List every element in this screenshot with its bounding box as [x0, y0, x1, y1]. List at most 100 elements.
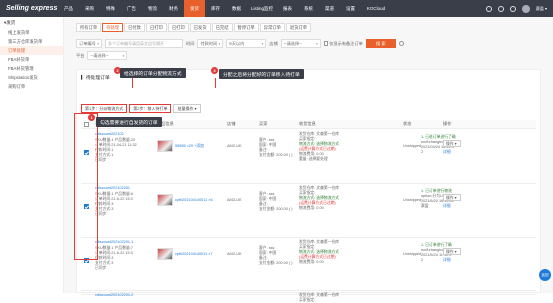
nav-item-7[interactable]: 库存: [205, 0, 226, 17]
store-name: AMZ-UK: [227, 144, 242, 148]
order-status: Unshipped: [403, 198, 422, 202]
row-detail-link[interactable]: 详细: [443, 203, 451, 209]
main-nav: 产品 采购 特殊 广告 物流 财务 发货 库存 数据 Listing监控 报表 系统 渠道 设置 KOClo…: [58, 0, 391, 17]
nav-item-0[interactable]: 产品: [58, 0, 79, 17]
store-select[interactable]: --请选择-- ▾: [280, 39, 321, 48]
order-status: Unshipped: [403, 252, 422, 256]
nav-item-10[interactable]: 报表: [277, 0, 298, 17]
top-navigation-bar: Selling express 产品 采购 特殊 广告 物流 财务 发货 库存 数据 Listin…: [0, 0, 553, 17]
tab-0[interactable]: 所有订单: [76, 23, 102, 32]
tab-3[interactable]: 已打印: [145, 23, 167, 32]
sidebar-header[interactable]: ▾ 发货: [0, 17, 63, 28]
assign-shipping-button[interactable]: 第1步：分派物流方式: [81, 104, 128, 113]
sidebar-item-2[interactable]: 订单处理: [0, 46, 63, 55]
time-label: 时间: [186, 41, 195, 46]
help-icon[interactable]: [509, 5, 516, 12]
table-row: cdiscount202102201 SKU数量:1 产品数量:6 订单时间:21-…: [81, 184, 536, 238]
sidebar-item-5[interactable]: Shipstation发货: [0, 73, 63, 82]
shipping-line: 重量: 选择要处理: [299, 157, 328, 161]
time-type-select[interactable]: 付款时间 ▾: [197, 39, 224, 48]
log-line: 2: [421, 258, 424, 262]
search-icon[interactable]: [485, 5, 492, 12]
shipping-line: 买家指定:: [299, 298, 316, 302]
row-action-select[interactable]: 操作 ▾: [443, 248, 461, 255]
user-menu[interactable]: 赛盈 ▾: [536, 6, 547, 12]
tab-9[interactable]: 退货订单: [285, 23, 312, 32]
shipping-line: 物流费用: 0.00: [299, 206, 324, 210]
callout-line-3: [215, 78, 216, 88]
order-status-tabs: 所有订单 待处理 已付款 已打印 已打印 已发货 已完结 暂停订单 异常订单 退货订单: [76, 23, 312, 32]
product-thumbnail[interactable]: [157, 140, 173, 152]
sidebar-item-6[interactable]: 采购订单: [0, 82, 63, 91]
product-thumbnail[interactable]: [157, 248, 173, 260]
row-action-select[interactable]: 操作 ▾: [443, 140, 461, 147]
tab-2[interactable]: 已付款: [124, 23, 145, 32]
column-header-5: 状态: [403, 121, 412, 126]
time-range-select[interactable]: 6天以内 ▾: [226, 39, 267, 48]
product-sku: 55555 ×20 +添加: [175, 144, 204, 148]
search-input[interactable]: 多个订单编号请用英文逗号隔开: [105, 39, 183, 48]
sidebar-item-4[interactable]: FBA补货管理: [0, 64, 63, 73]
bell-icon[interactable]: [497, 5, 504, 12]
main-content: 所有订单 待处理 已付款 已打印 已打印 已发货 已完结 暂停订单 异常订单 退货订单 订单编号 ▾…: [64, 17, 553, 302]
sidebar-item-0[interactable]: 线上发货单: [0, 28, 63, 37]
search-button[interactable]: 搜 索: [365, 39, 396, 48]
nav-item-9[interactable]: Listing监控: [247, 0, 277, 17]
topbar-right: 赛盈 ▾: [485, 0, 547, 17]
callout-assign-shipping: 给选择的订单分配物流方式: [120, 68, 186, 78]
callout-move-to-print: 分配之后将分配好的订单移入待打单: [219, 69, 304, 79]
nav-item-4[interactable]: 物流: [142, 0, 163, 17]
nav-item-13[interactable]: 设置: [340, 0, 361, 17]
filter-bar-row2: 平台 --请选择-- ▾: [76, 51, 128, 60]
action-bar: 第1步：分派物流方式 第2步：移入待打单 批量操作 ▾: [81, 104, 201, 113]
nav-item-6[interactable]: 发货: [184, 0, 205, 17]
store-label: 店铺: [269, 41, 278, 46]
nav-item-2[interactable]: 特殊: [100, 0, 121, 17]
tab-4[interactable]: 已打印: [167, 23, 189, 32]
remark-checkbox[interactable]: [323, 41, 329, 46]
column-header-3: 买家: [259, 121, 268, 126]
help-float-button[interactable]: 返回: [539, 269, 551, 281]
store-name: AMZ-UK: [227, 252, 242, 256]
log-line: 赛盈: [421, 204, 429, 208]
platform-label: 平台: [76, 53, 85, 58]
sidebar-item-3[interactable]: FBA补货单: [0, 55, 63, 64]
callout-select-orders: 勾选需要进行自发货的订单: [96, 117, 162, 127]
step-badge-3: 3: [211, 67, 218, 74]
nav-item-11[interactable]: 系统: [298, 0, 319, 17]
row-detail-link[interactable]: 详细: [443, 149, 451, 155]
table-row: cdiscount202102201-1 SKU数量:1 产品数量:7 订单时间:2…: [81, 238, 536, 291]
order-detail-line: 已同步: [95, 266, 107, 270]
step-badge-1: 1: [88, 114, 95, 121]
nav-item-14[interactable]: KOCloud: [361, 0, 391, 17]
product-sku: cpth202104140011 ×7: [175, 252, 213, 256]
remark-filter[interactable]: 仅显示有备注订单: [323, 39, 363, 48]
platform-select[interactable]: --请选择-- ▾: [87, 51, 128, 60]
product-sku: cpth202104140011 ×6: [175, 198, 213, 202]
order-type-select[interactable]: 订单编号 ▾: [76, 39, 102, 48]
nav-item-5[interactable]: 财务: [163, 0, 184, 17]
tab-6[interactable]: 已完结: [211, 23, 233, 32]
panel-title: ▎待处理订单: [81, 76, 110, 81]
sidebar-item-1[interactable]: 第三方仓库发货单: [0, 37, 63, 46]
table-row: cdiscount202102201-2 发货仓库: 文森第一仓库 买家指定:: [81, 291, 536, 302]
column-header-4: 收货信息: [299, 121, 316, 126]
batch-actions-button[interactable]: 批量操作 ▾: [173, 104, 201, 113]
refresh-icon[interactable]: [398, 41, 404, 46]
tab-5[interactable]: 已发货: [189, 23, 211, 32]
nav-item-1[interactable]: 采购: [79, 0, 100, 17]
move-to-print-button[interactable]: 第2步：移入待打单: [129, 104, 172, 113]
tab-8[interactable]: 异常订单: [259, 23, 285, 32]
row-detail-link[interactable]: 详细: [443, 257, 451, 263]
avatar[interactable]: [521, 4, 530, 13]
order-status: Unshipped: [403, 144, 422, 148]
nav-item-12[interactable]: 渠道: [319, 0, 340, 17]
nav-item-3[interactable]: 广告: [121, 0, 142, 17]
sidebar: ▾ 发货 线上发货单 第三方仓库发货单 订单处理 FBA补货单 FBA补货管理 Ships…: [0, 17, 64, 293]
tab-1[interactable]: 待处理: [102, 23, 124, 32]
product-thumbnail[interactable]: [157, 194, 173, 206]
app-logo[interactable]: Selling express: [0, 0, 58, 17]
row-action-select[interactable]: 操作 ▾: [443, 194, 461, 201]
nav-item-8[interactable]: 数据: [226, 0, 247, 17]
tab-7[interactable]: 暂停订单: [233, 23, 259, 32]
